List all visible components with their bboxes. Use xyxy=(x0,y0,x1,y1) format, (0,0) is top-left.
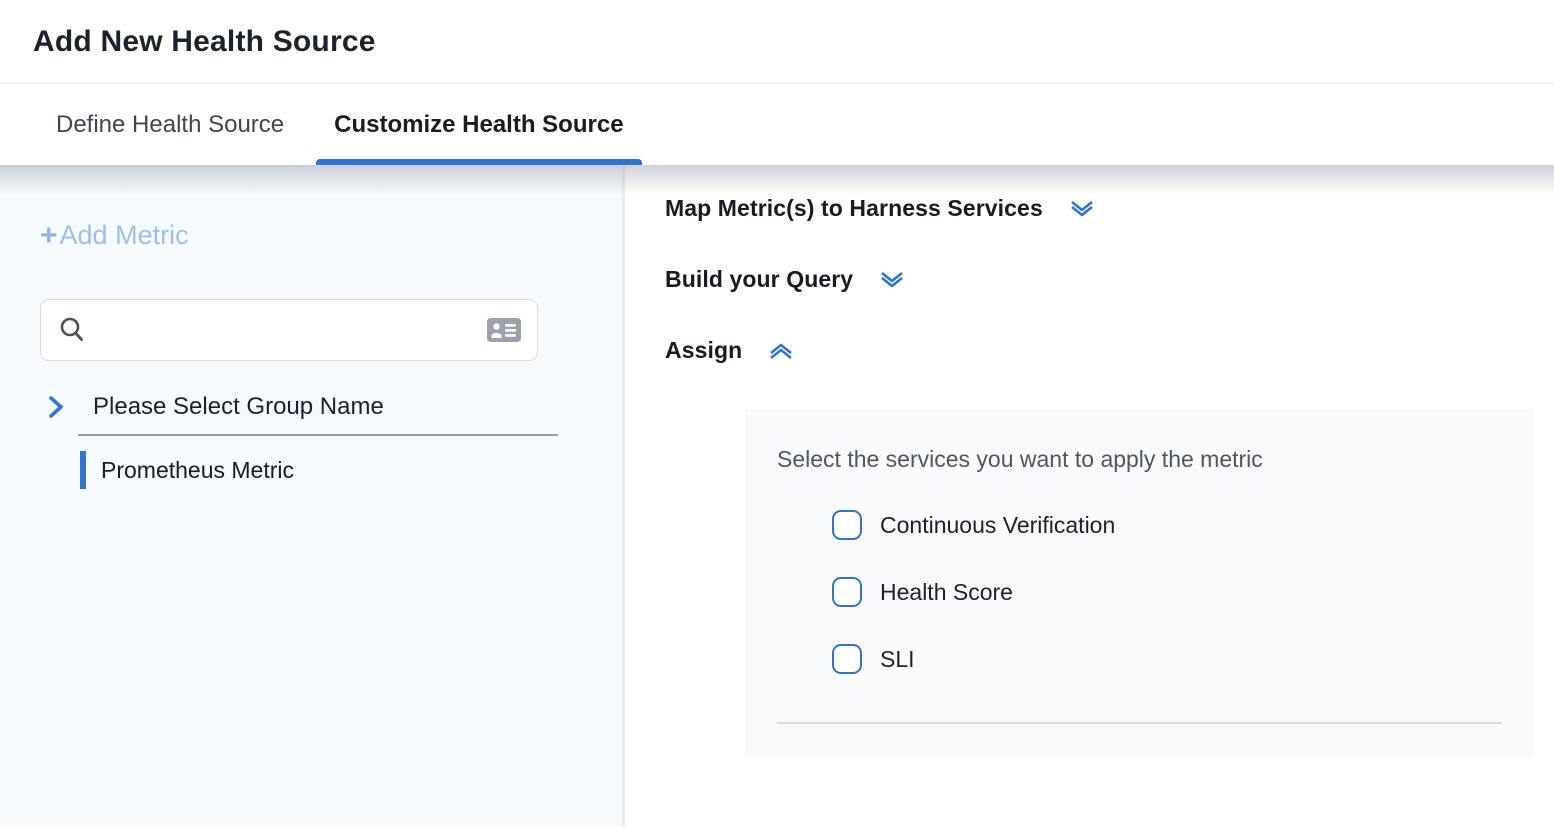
modal-header: Add New Health Source xyxy=(0,0,1554,84)
metrics-sidebar: + Add Metric xyxy=(0,165,625,827)
chevron-down-icon[interactable] xyxy=(877,268,907,292)
selected-indicator-bar xyxy=(80,451,86,489)
option-label: Health Score xyxy=(880,579,1013,606)
tab-customize-health-source[interactable]: Customize Health Source xyxy=(334,84,623,165)
section-title: Assign xyxy=(665,337,742,364)
sli-checkbox[interactable] xyxy=(832,644,862,674)
assign-divider xyxy=(777,722,1502,724)
page-title: Add New Health Source xyxy=(33,25,376,59)
metric-search-box[interactable] xyxy=(40,299,538,361)
active-tab-indicator xyxy=(316,159,641,165)
metric-search-input[interactable] xyxy=(97,317,475,343)
option-sli[interactable]: SLI xyxy=(832,644,1502,674)
option-label: Continuous Verification xyxy=(880,512,1115,539)
option-label: SLI xyxy=(880,646,915,673)
health-score-checkbox[interactable] xyxy=(832,577,862,607)
section-title: Map Metric(s) to Harness Services xyxy=(665,195,1043,222)
assign-prompt: Select the services you want to apply th… xyxy=(777,446,1502,473)
tab-label: Define Health Source xyxy=(56,111,284,139)
section-build-query[interactable]: Build your Query xyxy=(665,266,1554,293)
section-title: Build your Query xyxy=(665,266,853,293)
option-continuous-verification[interactable]: Continuous Verification xyxy=(832,510,1502,540)
contact-card-icon[interactable] xyxy=(485,315,523,345)
section-map-metrics[interactable]: Map Metric(s) to Harness Services xyxy=(665,195,1554,222)
assign-panel: Select the services you want to apply th… xyxy=(745,409,1534,758)
continuous-verification-checkbox[interactable] xyxy=(832,510,862,540)
metric-item-label: Prometheus Metric xyxy=(101,457,294,484)
add-metric-label: Add Metric xyxy=(60,220,189,251)
metric-list-item-prometheus[interactable]: Prometheus Metric xyxy=(80,451,582,489)
tab-label: Customize Health Source xyxy=(334,111,623,139)
plus-icon: + xyxy=(40,221,58,251)
group-divider xyxy=(78,434,558,436)
add-metric-button[interactable]: + Add Metric xyxy=(40,220,189,251)
section-assign[interactable]: Assign xyxy=(665,337,1554,364)
tab-define-health-source[interactable]: Define Health Source xyxy=(56,84,284,165)
option-health-score[interactable]: Health Score xyxy=(832,577,1502,607)
customize-main-panel: Map Metric(s) to Harness Services Build … xyxy=(625,165,1554,827)
tab-bar: Define Health Source Customize Health So… xyxy=(0,84,1554,165)
search-icon xyxy=(57,315,87,345)
content-area: + Add Metric xyxy=(0,165,1554,827)
chevron-right-icon[interactable] xyxy=(45,394,67,420)
group-row[interactable]: Please Select Group Name xyxy=(40,393,582,421)
chevron-up-icon[interactable] xyxy=(766,339,796,363)
chevron-down-icon[interactable] xyxy=(1067,197,1097,221)
group-name-label: Please Select Group Name xyxy=(93,393,384,421)
